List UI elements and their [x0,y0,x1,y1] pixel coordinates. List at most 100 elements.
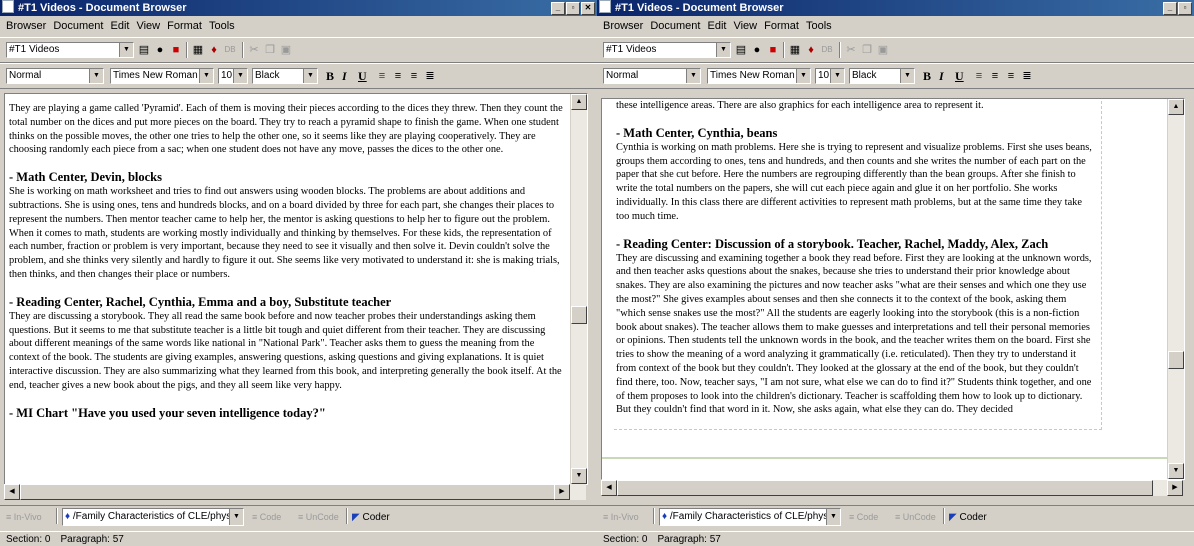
bold-button[interactable]: B [923,69,931,83]
scroll-right-button[interactable]: ▶ [1167,480,1183,496]
toolbar-separator [346,508,348,524]
menu-tools[interactable]: Tools [209,20,235,32]
menu-edit[interactable]: Edit [707,20,726,32]
window-title: #T1 Videos - Document Browser [615,2,784,14]
menu-edit[interactable]: Edit [110,20,129,32]
code-path-select[interactable]: ♦ /Family Characteristics of CLE/physica… [659,508,841,526]
minimize-button[interactable]: _ [1163,2,1177,15]
minimize-button[interactable]: _ [551,2,565,15]
justify-icon[interactable]: ≣ [1021,70,1033,82]
font-size-select[interactable]: 10 ▼ [218,68,248,84]
document-toolbar: #T1 Videos ▼ ▤ ● ■ ▦ ♦ DB ✂ ❐ ▣ [597,37,1194,63]
uncode-button[interactable]: ≡ UnCode [895,512,936,522]
copy-icon[interactable]: ❐ [264,44,276,56]
align-left-icon[interactable]: ≡ [973,70,985,82]
menu-tools[interactable]: Tools [806,20,832,32]
attributes-icon[interactable]: ■ [170,44,182,56]
maximize-button[interactable]: ▫ [1178,2,1192,15]
horizontal-scrollbar[interactable]: ◀ ▶ [601,480,1183,496]
paragraph: these intelligence areas. There are also… [616,100,984,111]
code-path-select[interactable]: ♦ /Family Characteristics of CLE/physica… [62,508,244,526]
memo-icon[interactable]: ♦ [208,44,220,56]
align-left-icon[interactable]: ≡ [376,70,388,82]
invivo-button[interactable]: ≡ In-Vivo [6,512,42,522]
font-size-select[interactable]: 10 ▼ [815,68,845,84]
underline-button[interactable]: U [358,69,367,83]
scroll-thumb[interactable] [1168,351,1184,369]
document-text-area[interactable]: these intelligence areas. There are also… [601,98,1185,480]
coder-button[interactable]: ◤ Coder [949,512,987,523]
code-button[interactable]: ≡ Code [849,512,878,522]
italic-button[interactable]: I [342,69,347,83]
edit-document-icon[interactable]: ▦ [789,44,801,56]
scroll-up-button[interactable]: ▲ [1168,99,1184,115]
align-center-icon[interactable]: ≡ [989,70,1001,82]
attributes-icon[interactable]: ■ [767,44,779,56]
copy-icon[interactable]: ❐ [861,44,873,56]
memo-icon[interactable]: ♦ [805,44,817,56]
align-center-icon[interactable]: ≡ [392,70,404,82]
section-heading: - Reading Center, Rachel, Cynthia, Emma … [9,294,392,309]
db-icon[interactable]: DB [224,44,236,56]
document-select[interactable]: #T1 Videos ▼ [603,42,731,58]
scroll-down-button[interactable]: ▼ [1168,463,1184,479]
menu-format[interactable]: Format [764,20,799,32]
color-select[interactable]: Black ▼ [849,68,915,84]
menu-view[interactable]: View [733,20,757,32]
horizontal-scrollbar[interactable]: ◀ ▶ [4,484,586,500]
menu-browser[interactable]: Browser [603,20,643,32]
document-text-area[interactable]: They are playing a game called 'Pyramid'… [4,93,588,485]
justify-icon[interactable]: ≣ [424,70,436,82]
style-select[interactable]: Normal ▼ [6,68,104,84]
edit-document-icon[interactable]: ▦ [192,44,204,56]
paste-icon[interactable]: ▣ [877,44,889,56]
browse-icon[interactable]: ▤ [735,44,747,56]
info-icon[interactable]: ● [154,44,166,56]
align-right-icon[interactable]: ≡ [408,70,420,82]
italic-button[interactable]: I [939,69,944,83]
document-select[interactable]: #T1 Videos ▼ [6,42,134,58]
style-select[interactable]: Normal ▼ [603,68,701,84]
align-right-icon[interactable]: ≡ [1005,70,1017,82]
vertical-scrollbar[interactable]: ▲ ▼ [1167,99,1184,479]
scroll-thumb[interactable] [20,484,556,500]
font-select[interactable]: Times New Roman ▼ [110,68,214,84]
scroll-left-button[interactable]: ◀ [4,484,20,500]
maximize-button[interactable]: ▫ [566,2,580,15]
chevron-down-icon: ▼ [119,43,133,57]
paste-icon[interactable]: ▣ [280,44,292,56]
menu-view[interactable]: View [136,20,160,32]
menu-document[interactable]: Document [650,20,700,32]
title-bar: #T1 Videos - Document Browser _ ▫ ✕ [0,0,597,16]
chevron-down-icon: ▼ [796,69,810,83]
toolbar-separator [242,42,244,58]
menu-document[interactable]: Document [53,20,103,32]
uncode-button[interactable]: ≡ UnCode [298,512,339,522]
info-icon[interactable]: ● [751,44,763,56]
db-icon[interactable]: DB [821,44,833,56]
coding-toolbar: ≡ In-Vivo ♦ /Family Characteristics of C… [597,505,1194,530]
toolbar-separator [839,42,841,58]
color-select[interactable]: Black ▼ [252,68,318,84]
underline-button[interactable]: U [955,69,964,83]
cut-icon[interactable]: ✂ [248,44,260,56]
scroll-down-button[interactable]: ▼ [571,468,587,484]
scroll-up-button[interactable]: ▲ [571,94,587,110]
browse-icon[interactable]: ▤ [138,44,150,56]
scroll-thumb[interactable] [617,480,1153,496]
code-button[interactable]: ≡ Code [252,512,281,522]
vertical-scrollbar[interactable]: ▲ ▼ [570,94,587,484]
menu-browser[interactable]: Browser [6,20,46,32]
menu-format[interactable]: Format [167,20,202,32]
invivo-button[interactable]: ≡ In-Vivo [603,512,639,522]
scroll-right-button[interactable]: ▶ [554,484,570,500]
font-select[interactable]: Times New Roman ▼ [707,68,811,84]
cut-icon[interactable]: ✂ [845,44,857,56]
scroll-left-button[interactable]: ◀ [601,480,617,496]
bold-button[interactable]: B [326,69,334,83]
section-heading: - Math Center, Devin, blocks [9,170,163,185]
close-button[interactable]: ✕ [581,2,595,15]
coder-button[interactable]: ◤ Coder [352,512,390,523]
toolbar-separator [653,508,655,524]
scroll-thumb[interactable] [571,306,587,324]
